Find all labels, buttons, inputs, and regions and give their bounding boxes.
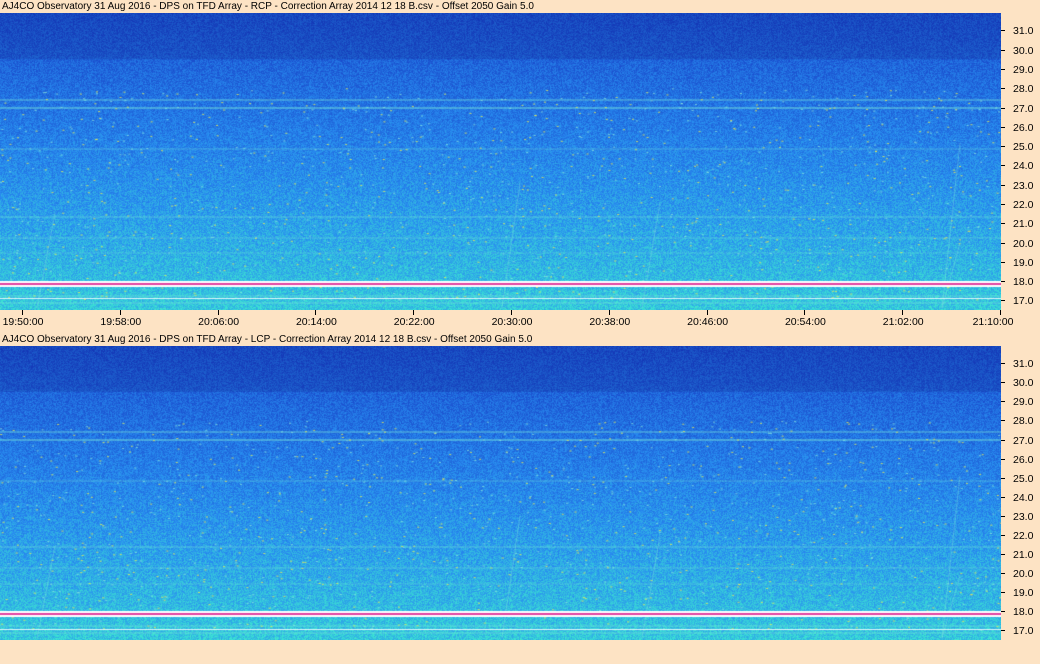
freq-label: 22.0 [1013, 530, 1034, 542]
tick-mark [1001, 477, 1005, 479]
tick-mark [1001, 223, 1005, 225]
freq-label: 17.0 [1013, 625, 1034, 638]
tick-mark [1001, 281, 1005, 283]
freq-label: 19.0 [1013, 587, 1034, 600]
tick-mark [1001, 420, 1005, 422]
freq-label: 25.0 [1013, 141, 1034, 154]
freq-label: 28.0 [1013, 415, 1034, 428]
tick-mark [119, 310, 121, 315]
top-frequency-axis: 31.0 30.0 29.0 28.0 27.0 26.0 25.0 24.0 23.0 22.0… [1001, 13, 1040, 310]
freq-label: 21.0 [1013, 549, 1034, 562]
freq-label: 21.0 [1013, 218, 1034, 231]
time-label: 20:54:00 [784, 316, 826, 328]
tick-mark [1001, 554, 1005, 556]
freq-label: 25.0 [1013, 472, 1034, 485]
tick-mark [1001, 88, 1005, 90]
freq-label: 30.0 [1013, 44, 1034, 57]
tick-mark [1001, 261, 1005, 263]
time-axis: 19:50:00 19:58:00 20:06:00 20:14:00 20:22:00… [0, 310, 1040, 333]
time-label: 19:58:00 [100, 316, 142, 328]
time-label: 20:14:00 [295, 316, 337, 328]
tick-mark [1001, 126, 1005, 128]
tick-mark [1001, 611, 1005, 613]
freq-label: 19.0 [1013, 256, 1034, 269]
time-label: 20:06:00 [198, 316, 240, 328]
freq-label: 29.0 [1013, 63, 1034, 76]
freq-label: 29.0 [1013, 396, 1034, 409]
tick-mark [1001, 630, 1005, 632]
tick-mark [217, 310, 219, 315]
tick-mark [804, 310, 806, 315]
freq-label: 27.0 [1013, 102, 1034, 115]
time-label: 20:46:00 [687, 316, 729, 328]
time-label: 20:38:00 [589, 316, 631, 328]
tick-mark [1001, 300, 1005, 302]
freq-label: 24.0 [1013, 491, 1034, 504]
freq-label: 31.0 [1013, 358, 1034, 371]
tick-mark [902, 310, 904, 315]
freq-label: 18.0 [1013, 276, 1034, 289]
freq-label: 26.0 [1013, 453, 1034, 466]
freq-label: 30.0 [1013, 377, 1034, 390]
tick-mark [1001, 107, 1005, 109]
tick-mark [608, 310, 610, 315]
freq-label: 26.0 [1013, 121, 1034, 134]
tick-mark [1001, 573, 1005, 575]
tick-mark [1001, 458, 1005, 460]
tick-mark [1001, 535, 1005, 536]
tick-mark [1001, 439, 1005, 441]
tick-mark [1001, 496, 1005, 498]
tick-mark [1001, 515, 1005, 517]
tick-mark [1001, 592, 1005, 594]
freq-label: 17.0 [1013, 295, 1034, 308]
tick-mark [1001, 401, 1005, 403]
tick-mark [1001, 68, 1005, 70]
time-label: 19:50:00 [2, 316, 44, 328]
freq-label: 24.0 [1013, 160, 1034, 173]
time-label: 21:02:00 [882, 316, 924, 328]
time-label: 20:30:00 [491, 316, 533, 328]
bottom-panel-title: AJ4CO Observatory 31 Aug 2016 - DPS on T… [2, 334, 533, 345]
freq-label: 18.0 [1013, 606, 1034, 619]
tick-mark [706, 310, 708, 315]
freq-label: 20.0 [1013, 237, 1034, 250]
bottom-spectrogram[interactable] [0, 346, 1001, 640]
tick-mark [1001, 203, 1005, 205]
top-spectrogram[interactable] [0, 13, 1001, 310]
tick-mark [1001, 363, 1005, 365]
tick-mark [1001, 184, 1005, 186]
tick-mark [22, 310, 23, 315]
time-label: 21:10:00 [972, 316, 1014, 328]
tick-mark [1001, 165, 1005, 167]
freq-label: 28.0 [1013, 83, 1034, 96]
tick-mark [1000, 310, 1001, 315]
tick-mark [1001, 30, 1005, 32]
tick-mark [1001, 242, 1005, 244]
freq-label: 20.0 [1013, 568, 1034, 581]
time-label: 20:22:00 [393, 316, 435, 328]
freq-label: 23.0 [1013, 510, 1034, 523]
freq-label: 31.0 [1013, 25, 1034, 38]
freq-label: 23.0 [1013, 179, 1034, 192]
tick-mark [315, 310, 317, 315]
top-panel-title: AJ4CO Observatory 31 Aug 2016 - DPS on T… [2, 1, 534, 12]
tick-mark [511, 310, 512, 315]
tick-mark [1001, 146, 1005, 148]
freq-label: 27.0 [1013, 434, 1034, 447]
bottom-strip [0, 640, 1040, 664]
tick-mark [1001, 49, 1005, 51]
bottom-frequency-axis: 31.0 30.0 29.0 28.0 27.0 26.0 25.0 24.0 23.0 22.0… [1001, 346, 1040, 640]
freq-label: 22.0 [1013, 198, 1034, 211]
tick-mark [413, 310, 415, 315]
tick-mark [1001, 382, 1005, 384]
